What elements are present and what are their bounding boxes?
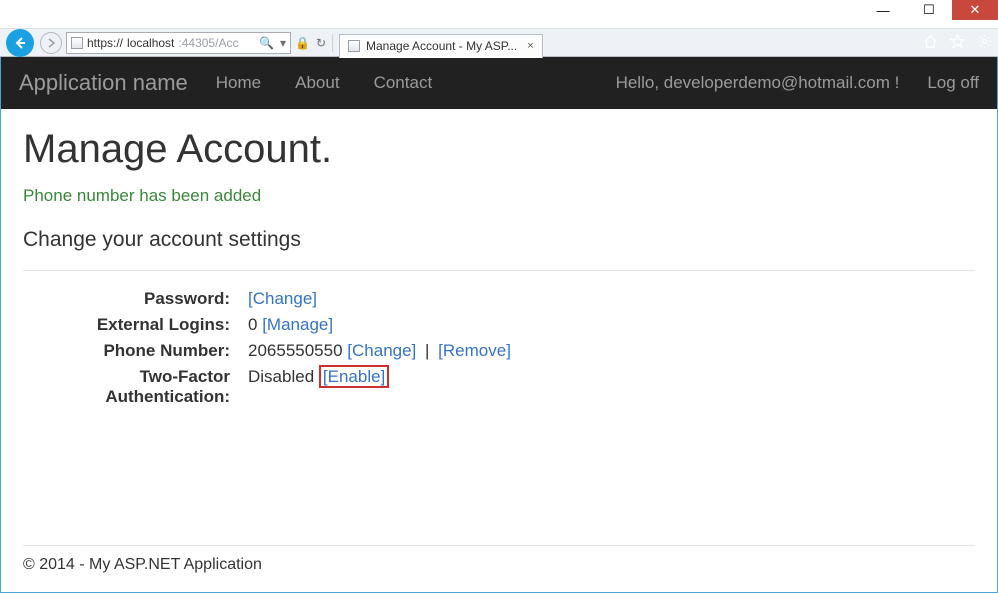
page-icon <box>348 40 360 52</box>
maximize-button[interactable]: ☐ <box>906 0 952 20</box>
address-bar[interactable]: https:// localhost :44305/Acc 🔍 ▾ <box>66 32 291 54</box>
phone-number-value: 2065550550 <box>248 341 343 360</box>
enable-highlight: [Enable] <box>319 365 389 388</box>
nav-contact[interactable]: Contact <box>374 73 433 93</box>
tab-title: Manage Account - My ASP... <box>366 39 517 53</box>
navbar: Application name Home About Contact Hell… <box>1 57 997 109</box>
label-phone-number: Phone Number: <box>23 341 248 361</box>
url-path: :44305/Acc <box>178 36 238 50</box>
page-subhead: Change your account settings <box>23 228 975 252</box>
page-icon <box>71 37 83 49</box>
close-button[interactable]: ✕ <box>952 0 998 20</box>
label-two-factor: Two-Factor Authentication: <box>23 367 248 407</box>
two-factor-status: Disabled <box>248 367 314 386</box>
url-scheme: https:// <box>87 36 123 50</box>
forward-button[interactable] <box>40 32 62 54</box>
lock-icon: 🔒 <box>295 36 310 50</box>
tab-close-icon[interactable]: × <box>527 40 533 52</box>
url-host: localhost <box>127 36 174 50</box>
footer: © 2014 - My ASP.NET Application <box>1 546 997 592</box>
link-change-phone[interactable]: [Change] <box>347 341 416 360</box>
link-manage-external[interactable]: [Manage] <box>262 315 333 334</box>
label-external-logins: External Logins: <box>23 315 248 335</box>
page-title: Manage Account. <box>23 127 975 172</box>
divider <box>23 270 975 271</box>
minimize-button[interactable]: — <box>860 0 906 20</box>
home-icon[interactable] <box>923 34 938 52</box>
separator: | <box>425 341 429 360</box>
nav-hello-user[interactable]: Hello, developerdemo@hotmail.com ! <box>616 73 900 93</box>
nav-logoff[interactable]: Log off <box>927 73 979 93</box>
search-icon[interactable]: 🔍 <box>259 36 274 50</box>
window-titlebar: — ☐ ✕ <box>0 0 998 28</box>
label-password: Password: <box>23 289 248 309</box>
browser-tab[interactable]: Manage Account - My ASP... × <box>339 34 543 58</box>
favorites-icon[interactable] <box>950 34 965 52</box>
settings-gear-icon[interactable] <box>977 34 992 52</box>
nav-home[interactable]: Home <box>216 73 261 93</box>
link-remove-phone[interactable]: [Remove] <box>438 341 511 360</box>
toolbar-separator <box>332 34 333 52</box>
arrow-right-icon <box>46 38 56 48</box>
settings-list: Password: [Change] External Logins: 0 [M… <box>23 289 975 407</box>
back-button[interactable] <box>6 29 34 57</box>
dropdown-icon[interactable]: ▾ <box>280 36 286 50</box>
page-body: Manage Account. Phone number has been ad… <box>1 109 997 545</box>
external-logins-count: 0 <box>248 315 257 334</box>
link-change-password[interactable]: [Change] <box>248 289 317 308</box>
brand[interactable]: Application name <box>19 70 188 96</box>
link-enable-two-factor[interactable]: [Enable] <box>323 367 385 386</box>
arrow-left-icon <box>12 35 28 51</box>
alert-success: Phone number has been added <box>23 186 975 206</box>
refresh-icon[interactable]: ↻ <box>316 36 326 50</box>
browser-toolbar: https:// localhost :44305/Acc 🔍 ▾ 🔒 ↻ Mana… <box>0 28 998 57</box>
nav-about[interactable]: About <box>295 73 339 93</box>
page-frame: Application name Home About Contact Hell… <box>0 57 998 593</box>
